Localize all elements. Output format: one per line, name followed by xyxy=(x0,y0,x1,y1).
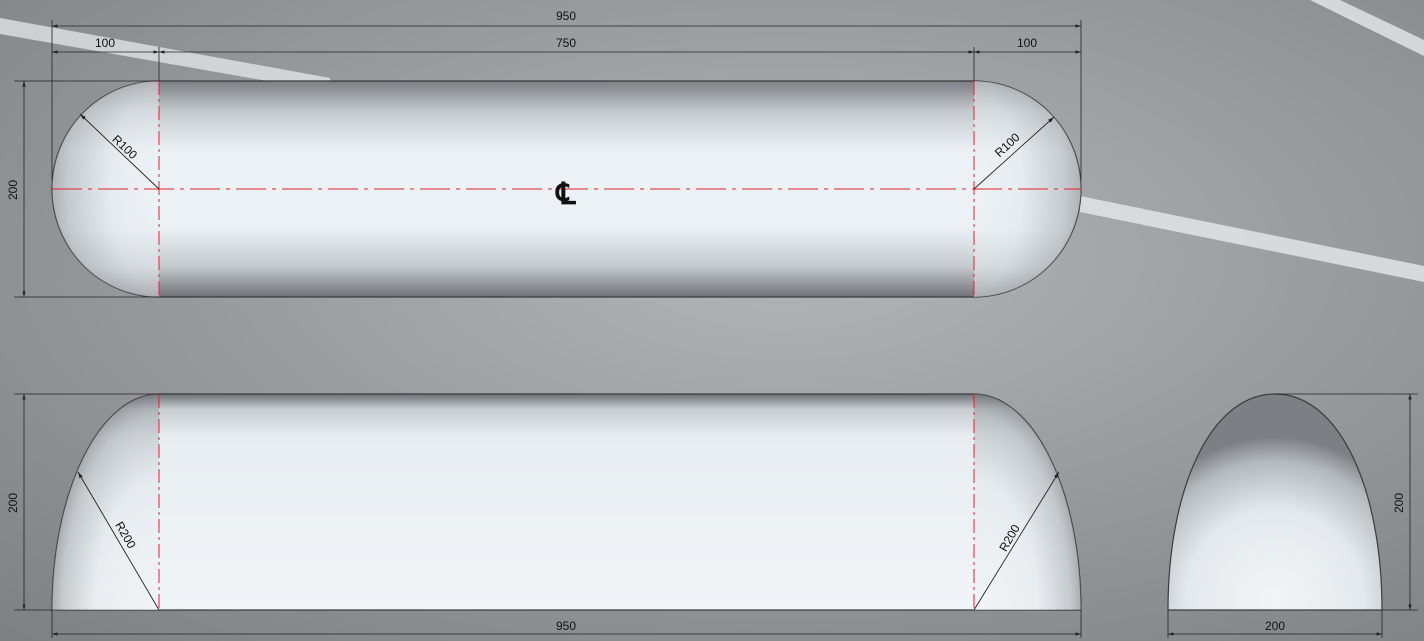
dim-middle-label: 750 xyxy=(556,36,576,50)
dim-left-end-label: 100 xyxy=(95,36,115,50)
centerline-symbol: ℄ xyxy=(554,178,576,211)
side-view: R200 R200 xyxy=(51,393,1082,611)
dim-right-end-label: 100 xyxy=(1017,36,1037,50)
side-body xyxy=(51,393,1082,611)
end-width-label: 200 xyxy=(1265,619,1285,633)
side-length-label: 950 xyxy=(556,619,576,633)
technical-drawing: R100 R100 ℄ 950 100 750 100 200 R200 R20… xyxy=(0,0,1424,641)
end-height-label: 200 xyxy=(1392,493,1406,513)
dim-overall-label: 950 xyxy=(556,9,576,23)
dim-plan-height-label: 200 xyxy=(6,180,20,200)
side-height-label: 200 xyxy=(6,493,20,513)
plan-view: R100 R100 ℄ xyxy=(51,80,1082,298)
